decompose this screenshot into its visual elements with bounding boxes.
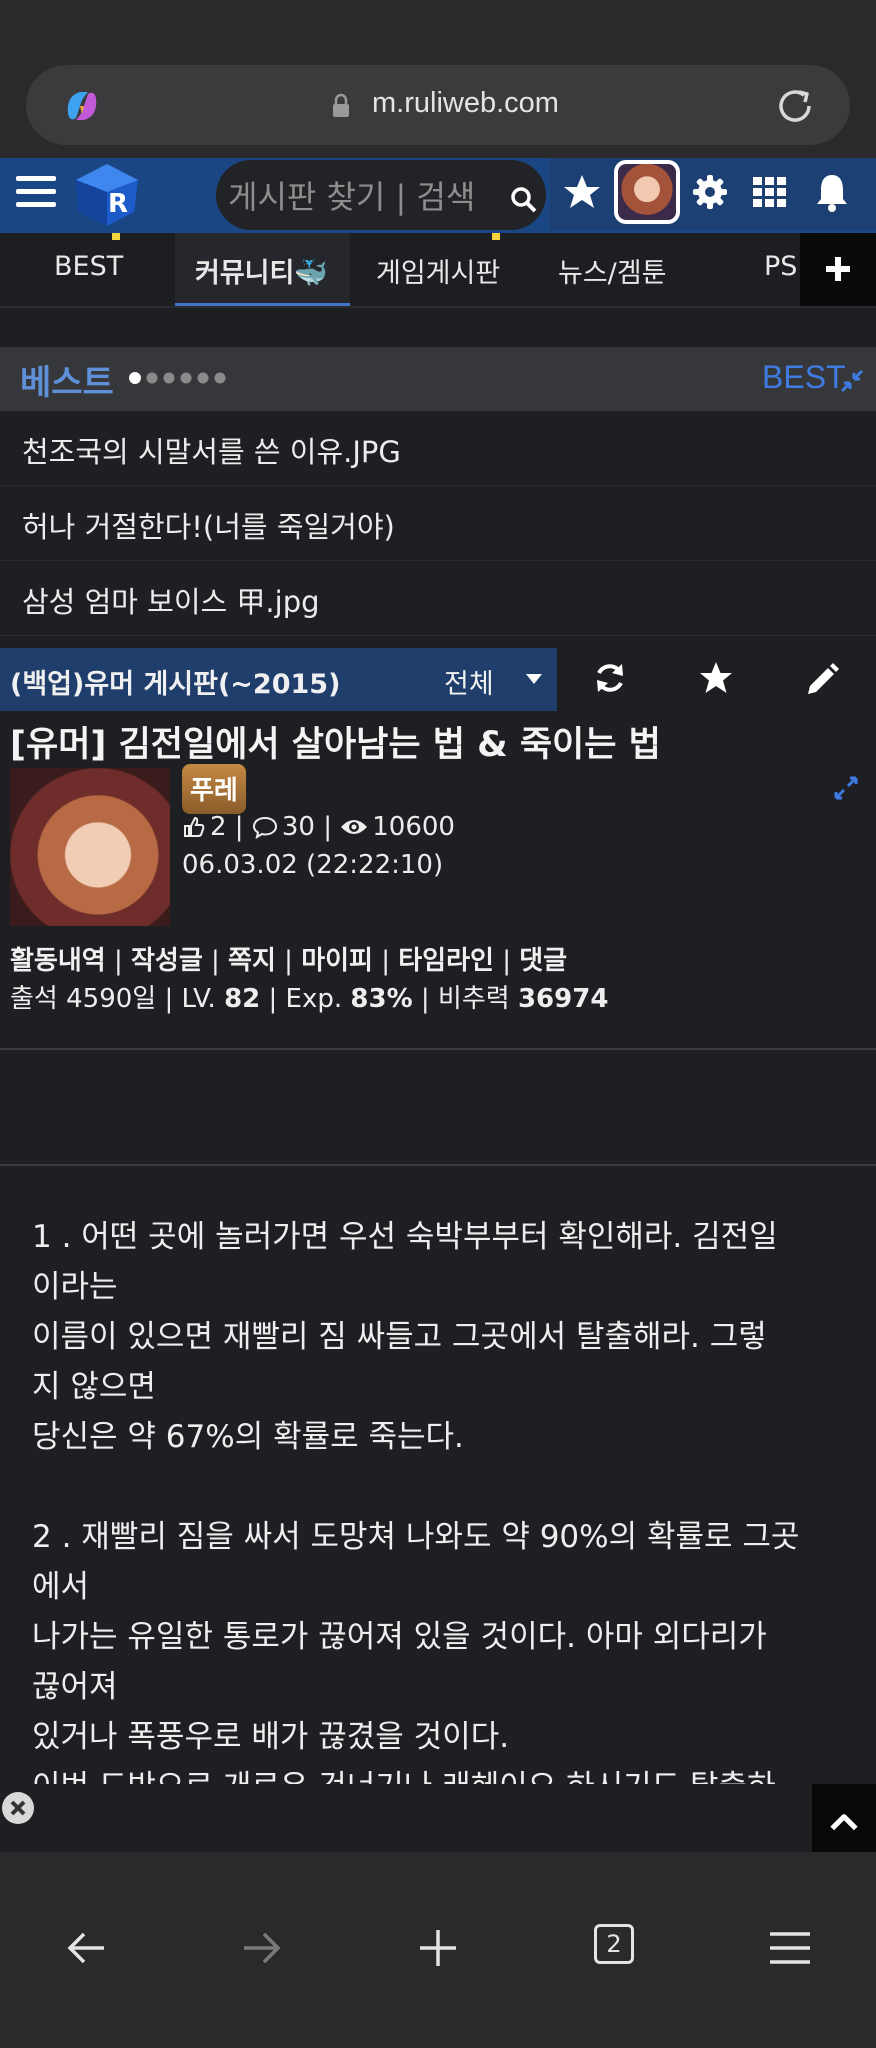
post-title: [유머] 김전일에서 살아남는 법 & 죽이는 법	[10, 725, 661, 765]
best-item-title[interactable]: 천조국의 시말서를 쓴 이유.JPG	[22, 429, 401, 471]
star-icon[interactable]	[698, 660, 734, 696]
comment-icon	[252, 816, 277, 839]
lock-icon	[333, 93, 349, 117]
stats-separator: |	[226, 812, 252, 842]
body-gap	[32, 1462, 844, 1512]
browser-menu-icon[interactable]	[764, 1922, 816, 1974]
user-link-message[interactable]: 쪽지	[228, 946, 276, 976]
author-name[interactable]: 푸레	[182, 764, 246, 814]
post-body: 1 . 어떤 곳에 놀러가면 우선 숙박부부터 확인해라. 김전일 이라는 이름…	[32, 1212, 844, 1812]
body-line: 당신은 약 67%의 확률로 죽는다.	[32, 1419, 464, 1455]
user-link-posts[interactable]: 작성글	[131, 946, 203, 976]
power-label: | 비추력	[420, 984, 510, 1014]
tab-news[interactable]: 뉴스/겜툰	[558, 251, 666, 290]
nav-new-dot	[492, 233, 500, 240]
collapse-icon[interactable]	[838, 367, 866, 395]
body-line: 끊어져	[32, 1669, 118, 1705]
best-list-item[interactable]: 허나 거절한다!(너를 죽일거야)	[0, 486, 876, 561]
browser-bottom-bar: 2	[0, 1852, 876, 2048]
svg-text:R: R	[108, 189, 128, 219]
best-list-item[interactable]: 삼성 엄마 보이스 甲.jpg	[0, 561, 876, 636]
body-line: 지 않으면	[32, 1369, 156, 1405]
chevron-up-icon	[830, 1814, 858, 1831]
user-stats: 출석 4590일 | LV. 82 | Exp. 83% | 비추력 36974	[10, 978, 608, 1015]
reload-icon[interactable]	[772, 83, 818, 129]
divider	[0, 1048, 876, 1050]
level-label: LV.	[181, 984, 216, 1014]
tab-game-board[interactable]: 게임게시판	[376, 251, 500, 290]
gear-icon[interactable]	[692, 174, 728, 210]
body-line: 1 . 어떤 곳에 놀러가면 우선 숙박부부터 확인해라. 김전일	[32, 1219, 778, 1255]
author-avatar[interactable]	[10, 768, 170, 926]
body-line: 2 . 재빨리 짐을 싸서 도망쳐 나와도 약 90%의 확률로 그곳	[32, 1519, 800, 1555]
user-avatar[interactable]	[614, 160, 680, 224]
user-link-mypi[interactable]: 마이피	[301, 946, 373, 976]
board-filter-select[interactable]: 전체	[444, 662, 494, 701]
nav-add-button[interactable]	[800, 233, 876, 306]
search-placeholder: 게시판 찾기 | 검색	[228, 178, 476, 216]
apps-grid-icon[interactable]	[752, 174, 788, 210]
power-value: 36974	[517, 984, 609, 1014]
level-value: 82	[224, 984, 261, 1014]
bell-icon[interactable]	[814, 172, 850, 212]
view-count: 10600	[372, 812, 455, 842]
carousel-dots[interactable]	[128, 371, 228, 385]
new-tab-plus-icon[interactable]	[412, 1922, 464, 1974]
eye-icon	[341, 820, 368, 834]
body-line: 나가는 유일한 통로가 끊어져 있을 것이다. 아마 외다리가	[32, 1619, 767, 1655]
stats-separator: |	[314, 812, 341, 842]
best-link[interactable]: BEST	[762, 359, 846, 396]
best-section-title: 베스트	[20, 363, 114, 403]
user-links: 활동내역 | 작성글 | 쪽지 | 마이피 | 타임라인 | 댓글	[10, 946, 568, 976]
star-icon[interactable]	[562, 172, 602, 212]
board-title[interactable]: (백업)유머 게시판(~2015)	[10, 662, 340, 701]
board-toolbar: (백업)유머 게시판(~2015) 전체	[0, 648, 876, 711]
header-icon-group	[550, 158, 876, 230]
site-header: R 게시판 찾기 | 검색	[0, 158, 876, 233]
search-icon[interactable]	[510, 186, 538, 214]
plus-icon	[826, 257, 850, 281]
body-line: 이라는	[32, 1269, 118, 1305]
forward-arrow-icon[interactable]	[236, 1922, 288, 1974]
refresh-icon[interactable]	[592, 660, 628, 696]
tab-community[interactable]: 커뮤니티🐳	[195, 251, 328, 290]
body-line: 이름이 있으면 재빨리 짐 싸들고 그곳에서 탈출해라. 그렇	[32, 1319, 767, 1355]
address-bar[interactable]: m.ruliweb.com	[26, 65, 850, 145]
exp-value: 83%	[350, 984, 413, 1014]
user-link-comments[interactable]: 댓글	[519, 946, 567, 976]
user-link-activity[interactable]: 활동내역	[10, 946, 106, 976]
best-item-title[interactable]: 삼성 엄마 보이스 甲.jpg	[22, 579, 320, 621]
tab-switcher-button[interactable]: 2	[594, 1924, 634, 1964]
tab-best[interactable]: BEST	[54, 251, 123, 282]
best-section-header: 베스트 BEST	[0, 347, 876, 411]
ruliweb-logo-icon[interactable]: R	[72, 162, 142, 228]
search-input[interactable]: 게시판 찾기 | 검색	[216, 160, 546, 230]
user-link-timeline[interactable]: 타임라인	[398, 946, 494, 976]
post-stats: 2 | 30 | 10600	[182, 812, 455, 842]
attendance: 출석 4590일 |	[10, 984, 174, 1014]
pencil-icon[interactable]	[804, 660, 840, 696]
nav-new-dot	[112, 233, 120, 240]
browser-toolbar: m.ruliweb.com	[0, 0, 876, 158]
exp-label: | Exp.	[268, 984, 343, 1014]
body-line: 에서	[32, 1569, 90, 1605]
back-arrow-icon[interactable]	[60, 1922, 112, 1974]
comment-count: 30	[281, 812, 315, 842]
url-text[interactable]: m.ruliweb.com	[372, 87, 559, 120]
divider	[0, 1164, 876, 1166]
nav-tabs: BEST 커뮤니티🐳 게임게시판 뉴스/겜툰 PS	[0, 233, 876, 308]
menu-icon[interactable]	[14, 170, 58, 214]
post-date: 06.03.02 (22:22:10)	[182, 850, 444, 880]
expand-icon[interactable]	[832, 774, 860, 802]
chevron-down-icon[interactable]	[526, 674, 542, 684]
close-ad-button[interactable]	[2, 1792, 34, 1824]
copilot-icon[interactable]	[60, 84, 104, 128]
tab-ps[interactable]: PS	[764, 251, 797, 282]
body-line: 있거나 폭풍우로 배가 끊겼을 것이다.	[32, 1719, 510, 1755]
best-list-item[interactable]: 천조국의 시말서를 쓴 이유.JPG	[0, 411, 876, 486]
close-icon	[10, 1800, 26, 1816]
like-count: 2	[210, 812, 227, 842]
best-item-title[interactable]: 허나 거절한다!(너를 죽일거야)	[22, 504, 395, 546]
thumbs-up-icon[interactable]	[182, 815, 206, 839]
